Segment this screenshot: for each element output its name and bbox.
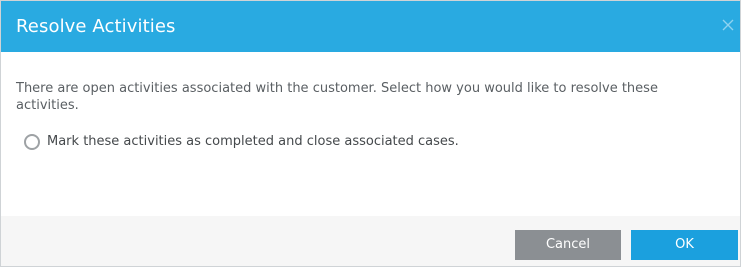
dialog-header: Resolve Activities — [1, 1, 740, 52]
resolve-activities-dialog: Resolve Activities There are open activi… — [0, 0, 741, 267]
radio-button[interactable] — [24, 134, 40, 150]
dialog-message: There are open activities associated wit… — [16, 81, 658, 113]
option-label: Mark these activities as completed and c… — [47, 134, 459, 149]
dialog-title: Resolve Activities — [16, 16, 176, 37]
dialog-body: There are open activities associated wit… — [1, 52, 740, 216]
dialog-footer: Cancel OK — [1, 216, 740, 266]
ok-button[interactable]: OK — [631, 230, 738, 260]
complete-activities-option[interactable]: Mark these activities as completed and c… — [24, 132, 459, 152]
cancel-button[interactable]: Cancel — [515, 230, 621, 260]
close-icon[interactable] — [718, 15, 738, 35]
